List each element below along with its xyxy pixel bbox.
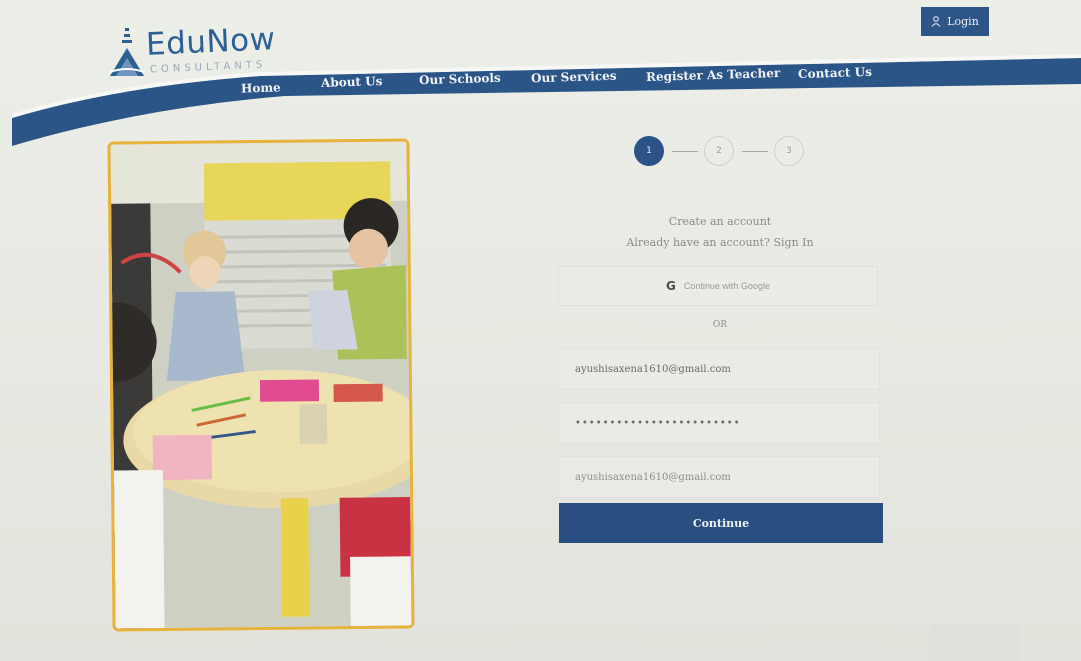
nav-contact-us[interactable]: Contact Us: [798, 65, 872, 81]
login-button[interactable]: Login: [921, 7, 989, 36]
password-field[interactable]: [558, 402, 880, 444]
step-connector: [742, 151, 768, 152]
step-connector: [672, 151, 698, 152]
step-2[interactable]: 2: [704, 136, 734, 166]
create-account-heading: Create an account: [668, 215, 772, 228]
continue-with-google-button[interactable]: G Continue with Google: [558, 266, 878, 306]
signin-prompt: Already have an account? Sign In: [560, 236, 880, 249]
google-button-label: Continue with Google: [683, 281, 770, 291]
page: EduNow CONSULTANTS Login Home About Us O…: [0, 0, 1081, 661]
footer-strip: [930, 624, 1020, 661]
step-1[interactable]: 1: [634, 136, 664, 166]
nav-our-schools[interactable]: Our Schools: [419, 71, 501, 88]
main-nav: Home About Us Our Schools Our Services R…: [0, 50, 1081, 150]
signin-prompt-text: Already have an account?: [626, 236, 770, 249]
signup-stepper: 1 2 3: [634, 136, 806, 168]
confirm-email-field[interactable]: [558, 456, 880, 498]
classroom-illustration: [110, 141, 412, 629]
nav-our-services[interactable]: Our Services: [531, 69, 617, 86]
signin-link[interactable]: Sign In: [773, 236, 813, 249]
google-g-icon: G: [666, 279, 676, 293]
nav-about-us[interactable]: About Us: [321, 74, 383, 90]
login-label: Login: [947, 15, 979, 28]
nav-home[interactable]: Home: [241, 80, 281, 95]
or-divider: OR: [712, 320, 728, 330]
classroom-photo: [107, 138, 415, 632]
continue-button[interactable]: Continue: [559, 503, 883, 543]
nav-register-as-teacher[interactable]: Register As Teacher: [646, 66, 781, 84]
step-3[interactable]: 3: [774, 136, 804, 166]
user-icon: [931, 16, 941, 27]
email-field[interactable]: [558, 348, 880, 390]
